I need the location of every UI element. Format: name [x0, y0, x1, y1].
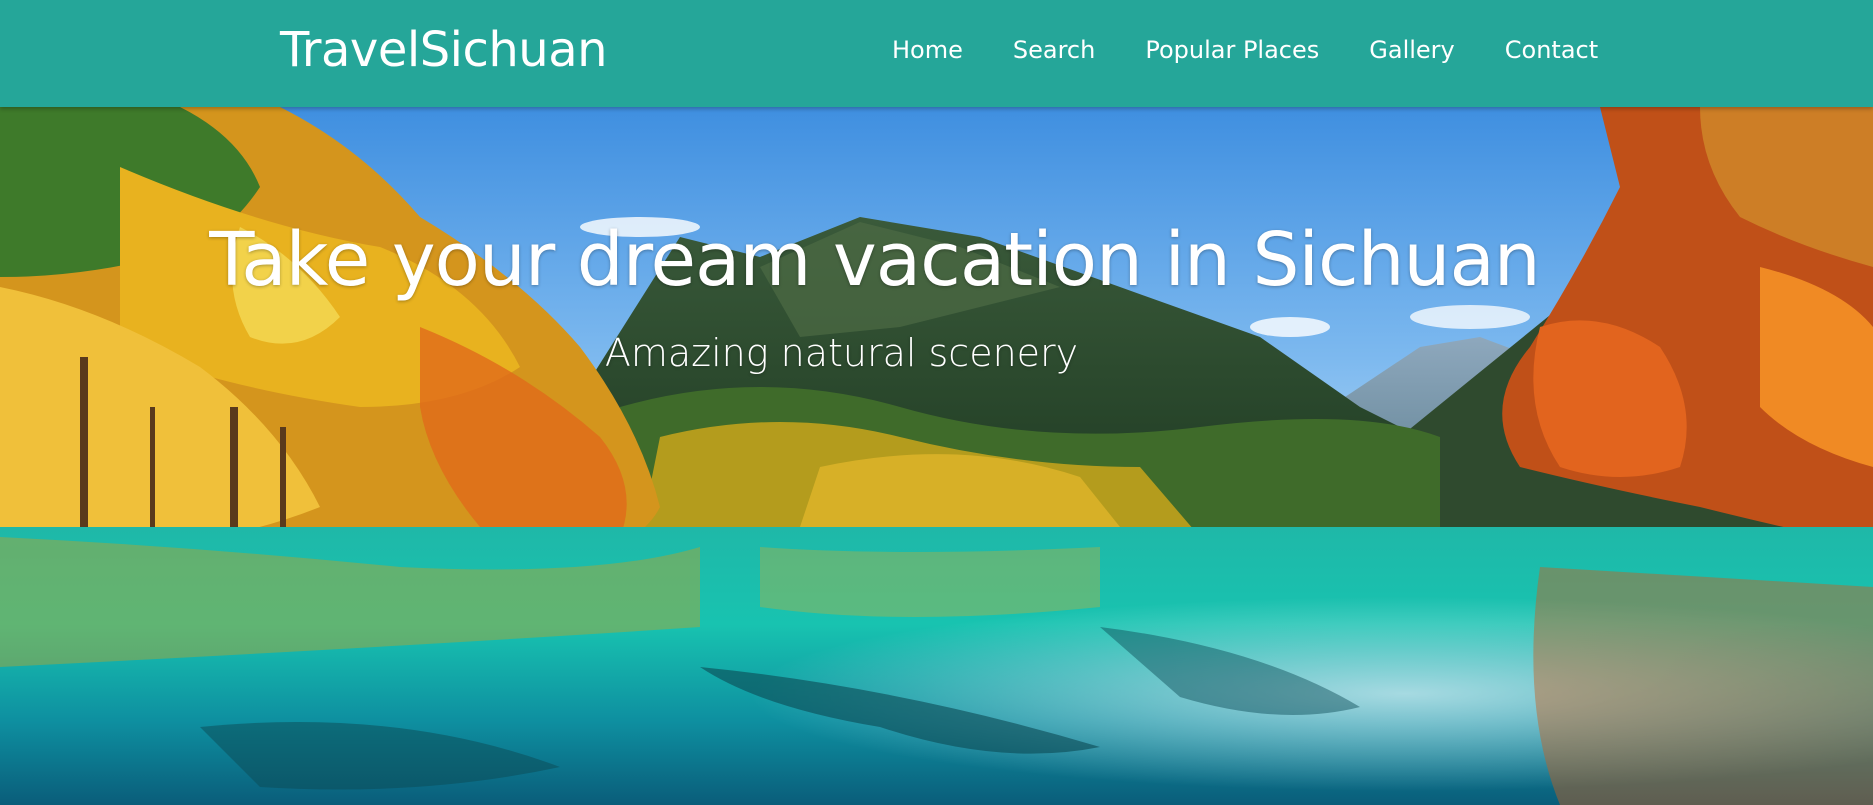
navbar: TravelSichuan Home Search Popular Places… [0, 0, 1873, 107]
nav-popular-places-link[interactable]: Popular Places [1145, 36, 1319, 64]
hero-subtitle: Amazing natural scenery [604, 331, 1079, 375]
hero-landscape-image [0, 107, 1873, 805]
brand-logo-link[interactable]: TravelSichuan [280, 22, 608, 78]
hero-title: Take your dream vacation in Sichuan [209, 217, 1540, 303]
main-nav: Home Search Popular Places Gallery Conta… [892, 36, 1648, 64]
nav-contact-link[interactable]: Contact [1505, 36, 1598, 64]
nav-search-link[interactable]: Search [1013, 36, 1095, 64]
nav-gallery-link[interactable]: Gallery [1369, 36, 1454, 64]
hero-section: Take your dream vacation in Sichuan Amaz… [0, 107, 1873, 805]
nav-home-link[interactable]: Home [892, 36, 963, 64]
